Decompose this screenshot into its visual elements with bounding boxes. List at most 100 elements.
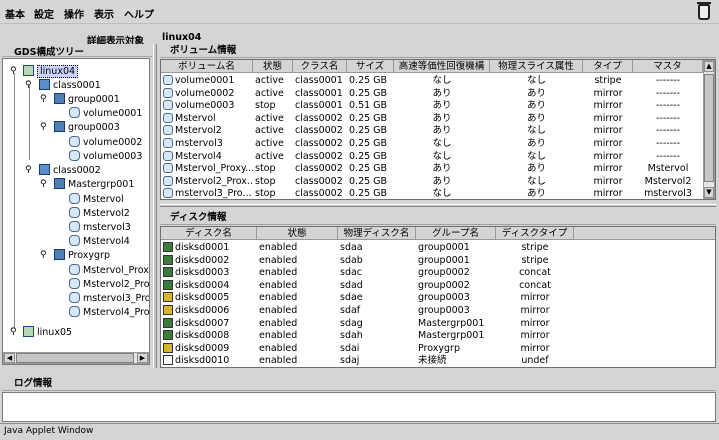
volume-cell: active: [255, 112, 284, 124]
volume-cell: mirror: [593, 163, 623, 175]
tree-node-mvol1[interactable]: Mstervol: [69, 193, 124, 206]
volume-cell: mirror: [593, 125, 623, 137]
tree-node-host1[interactable]: linux04: [23, 65, 79, 78]
right-splitter[interactable]: [160, 204, 716, 207]
tree-node-mastergrp[interactable]: Mastergrp001: [54, 178, 134, 191]
disk-row[interactable]: disksd0006 enabled sdaf group0003 mirror: [161, 304, 715, 317]
volume-row[interactable]: Mstervol2 active class0002 0.25 GB あり なし mirro…: [161, 124, 703, 137]
disk-cell: enabled: [259, 242, 298, 253]
tree-node-pvol1[interactable]: Mstervol_Proxy: [69, 264, 149, 277]
disk-cell: enabled: [259, 342, 298, 354]
disk-row[interactable]: disksd0002 enabled sdab group0001 stripe: [161, 254, 715, 267]
tree-node-pvol3[interactable]: mstervol3_Pro: [69, 292, 149, 305]
volume-icon: [69, 264, 80, 275]
disk-row[interactable]: disksd0009 enabled sdai Proxygrp mirror: [161, 342, 715, 355]
disk-icon: [163, 267, 173, 278]
tree-hscrollbar[interactable]: ◀ ▶: [3, 352, 149, 364]
tree-node-host2[interactable]: linux05: [23, 326, 72, 339]
volume-col-header[interactable]: クラス名: [293, 60, 347, 73]
disk-col-header[interactable]: 物理ディスク名: [338, 227, 416, 240]
disk-row[interactable]: disksd0004 enabled sdad group0002 concat: [161, 279, 715, 292]
disk-cell: sdae: [340, 292, 363, 304]
disk-row[interactable]: disksd0003 enabled sdac group0002 concat: [161, 266, 715, 279]
volume-row[interactable]: mstervol3 active class0002 0.25 GB なし あり mirro…: [161, 137, 703, 150]
tree-node-class1[interactable]: class0001: [39, 79, 101, 92]
volume-row[interactable]: Mstervol active class0002 0.25 GB あり あり mirror…: [161, 112, 703, 125]
group-icon: [54, 249, 65, 260]
volume-col-header[interactable]: タイプ: [583, 60, 633, 73]
tree-toggle-group3[interactable]: ⚲: [40, 122, 47, 132]
volume-vscrollbar[interactable]: ▲ ▼: [703, 60, 715, 199]
tree-node-group3[interactable]: group0003: [54, 121, 120, 134]
tree-toggle-proxygrp[interactable]: ⚲: [40, 250, 47, 260]
volume-col-header[interactable]: 状態: [253, 60, 293, 73]
tree-node-mvol4[interactable]: Mstervol4: [69, 235, 130, 248]
volume-row[interactable]: mstervol3_Pro... stop class0002 0.25 GB なし あり…: [161, 187, 703, 199]
tree-toggle-host2[interactable]: ⚲: [10, 327, 17, 337]
scroll-down-icon[interactable]: ▼: [704, 187, 714, 198]
disk-row[interactable]: disksd0008 enabled sdah Mastergrp001 mirror: [161, 329, 715, 342]
disk-cell: sdac: [340, 267, 363, 279]
host-icon: [23, 326, 34, 337]
menu-help[interactable]: ヘルプ: [124, 6, 154, 21]
volume-vscroll-thumb[interactable]: [704, 74, 714, 182]
disk-cell: sdaj: [340, 355, 360, 367]
menu-basic[interactable]: 基本: [5, 6, 25, 21]
disk-name: disksd0004: [175, 279, 230, 291]
menu-operation[interactable]: 操作: [64, 6, 84, 21]
volume-col-header[interactable]: 物理スライス属性: [490, 60, 583, 73]
disk-col-header[interactable]: ディスク名: [161, 227, 257, 240]
class-icon: [39, 79, 50, 90]
disk-row[interactable]: disksd0005 enabled sdae group0003 mirror: [161, 291, 715, 304]
volume-row[interactable]: volume0002 active class0001 0.25 GB あり あり mirr…: [161, 87, 703, 100]
tree-node-mvol3[interactable]: mstervol3: [69, 221, 131, 234]
tree-node-vol2[interactable]: volume0002: [69, 136, 142, 149]
volume-col-header[interactable]: ボリューム名: [161, 60, 253, 73]
tree-node-vol1[interactable]: volume0001: [69, 107, 142, 120]
tree-node-vol3[interactable]: volume0003: [69, 150, 142, 163]
tree-toggle-host1[interactable]: ⚲: [10, 66, 17, 76]
scroll-right-icon[interactable]: ▶: [137, 353, 148, 363]
volume-icon: [163, 188, 173, 199]
panel-splitter[interactable]: [153, 44, 157, 368]
volume-cell: active: [255, 87, 284, 99]
tree-node-class2[interactable]: class0002: [39, 164, 101, 177]
disk-col-header[interactable]: 状態: [257, 227, 338, 240]
disk-cell: undef: [521, 355, 549, 367]
volume-row[interactable]: Mstervol4 active class0002 0.25 GB なし なし mirro…: [161, 150, 703, 163]
volume-col-header[interactable]: サイズ: [347, 60, 394, 73]
trash-icon[interactable]: [697, 2, 711, 20]
volume-row[interactable]: volume0001 active class0001 0.25 GB なし なし stri…: [161, 74, 703, 87]
disk-col-header[interactable]: ディスクタイプ: [496, 227, 574, 240]
tree-node-group1[interactable]: group0001: [54, 93, 120, 106]
volume-icon: [163, 112, 173, 123]
volume-row[interactable]: volume0003 stop class0001 0.51 GB あり あり mirror…: [161, 99, 703, 112]
volume-col-header[interactable]: マスタ: [633, 60, 703, 73]
volume-icon: [69, 306, 80, 317]
scroll-up-icon[interactable]: ▲: [704, 61, 714, 72]
disk-row[interactable]: disksd0001 enabled sdaa group0001 stripe: [161, 241, 715, 254]
disk-cell: sdaf: [340, 305, 361, 316]
tree-node-mvol2[interactable]: Mstervol2: [69, 207, 130, 220]
tree-toggle-class1[interactable]: ⚲: [25, 80, 32, 90]
tree-toggle-group1[interactable]: ⚲: [40, 94, 47, 104]
menu-settings[interactable]: 設定: [34, 6, 54, 21]
tree-toggle-class2[interactable]: ⚲: [25, 165, 32, 175]
disk-col-header[interactable]: グループ名: [416, 227, 496, 240]
disk-row[interactable]: disksd0007 enabled sdag Mastergrp001 mirror: [161, 317, 715, 330]
volume-col-header[interactable]: 高速等価性回復機構: [394, 60, 490, 73]
volume-cell: 0.25 GB: [349, 75, 388, 86]
disk-row[interactable]: disksd0010 enabled sdaj 未接続 undef: [161, 354, 715, 367]
disk-cell: mirror: [520, 342, 550, 354]
menu-view[interactable]: 表示: [94, 6, 114, 21]
disk-name: disksd0001: [175, 242, 230, 253]
volume-row[interactable]: Mstervol_Proxy... stop class0002 0.25 GB あり あ…: [161, 162, 703, 175]
tree-node-pvol4[interactable]: Mstervol4_Pro: [69, 306, 149, 319]
tree-node-proxygrp[interactable]: Proxygrp: [54, 249, 110, 262]
tree-hscroll-thumb[interactable]: [16, 353, 134, 363]
tree-toggle-mastergrp[interactable]: ⚲: [40, 179, 47, 189]
scroll-left-icon[interactable]: ◀: [4, 353, 15, 363]
volume-cell: -------: [656, 125, 680, 137]
tree-node-pvol2[interactable]: Mstervol2_Pro: [69, 278, 149, 291]
volume-row[interactable]: Mstervol2_Prox... stop class0002 0.25 GB あり な…: [161, 175, 703, 188]
